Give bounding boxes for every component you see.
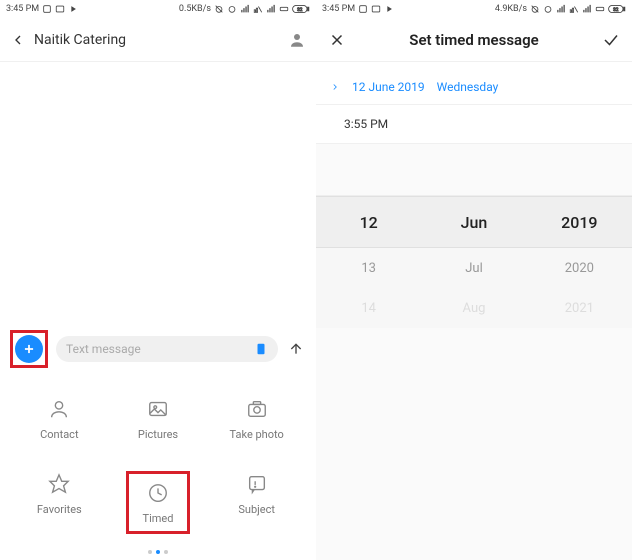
status-time: 3:45 PM [6,4,39,14]
picker-empty [316,328,632,560]
star-icon [48,473,70,495]
add-attachment-button[interactable] [15,335,43,363]
picker-day-1[interactable]: 13 [316,261,421,276]
screenshot-icon [371,4,381,14]
picker-yr-sel[interactable]: 2019 [527,213,632,232]
attach-subject-label: Subject [238,503,275,516]
pictures-icon [147,398,169,420]
picker-day-2[interactable]: 14 [316,301,421,316]
emoji-icon[interactable] [254,342,268,356]
signal-icon-2 [582,4,592,14]
input-row: Text message [0,322,316,376]
alarm-off-icon [530,4,540,14]
status-speed: 0.5KB/s [179,4,211,14]
messaging-screen: 3:45 PM 0.5KB/s 32 Naitik Catering [0,0,316,560]
svg-text:32: 32 [613,7,619,13]
date-picker[interactable]: 12 Jun 2019 13 Jul 2020 14 Aug 2021 [316,144,632,560]
picker-row-2: 14 Aug 2021 [316,288,632,328]
battery-icon: 32 [608,4,626,14]
back-icon[interactable] [10,32,26,48]
notification-icon [42,4,52,14]
timed-header: Set timed message [316,18,632,62]
picker-yr-2[interactable]: 2021 [527,301,632,316]
chat-body [0,62,316,322]
message-placeholder: Text message [66,342,248,356]
picker-mon-2[interactable]: Aug [421,301,526,316]
picker-mon-sel[interactable]: Jun [421,213,526,232]
attach-timed-label: Timed [143,512,174,525]
alarm-icon [543,4,553,14]
contact-name[interactable]: Naitik Catering [34,32,288,48]
selected-weekday: Wednesday [437,80,499,94]
attach-take-photo[interactable]: Take photo [207,396,306,441]
attach-subject[interactable]: Subject [207,471,306,534]
camera-icon [246,398,268,420]
attachment-panel: Contact Pictures Take photo Favorites Ti… [0,376,316,544]
alarm-icon [227,4,237,14]
selected-date-row[interactable]: 12 June 2019 Wednesday [316,62,632,105]
play-icon [68,4,78,14]
svg-text:32: 32 [297,7,303,13]
dot [164,550,168,554]
chat-header: Naitik Catering [0,18,316,62]
status-time: 3:45 PM [322,4,355,14]
signal-off-icon [569,4,579,14]
plus-icon [22,342,36,356]
clock-icon [147,482,169,504]
picker-day-sel[interactable]: 12 [316,213,421,232]
attach-timed[interactable]: Timed [109,471,208,534]
selected-date: 12 June 2019 [352,80,425,94]
volte-icon [279,4,289,14]
selected-time-row[interactable]: 3:55 PM [316,105,632,144]
page-indicator [0,544,316,560]
timed-title: Set timed message [346,31,602,49]
confirm-icon[interactable] [602,31,620,49]
highlight-plus [10,330,48,368]
signal-off-icon [253,4,263,14]
volte-icon [595,4,605,14]
selected-time: 3:55 PM [344,117,388,131]
attach-pictures[interactable]: Pictures [109,396,208,441]
subject-icon [246,473,268,495]
attach-contact-label: Contact [40,428,78,441]
highlight-timed: Timed [126,471,191,534]
attach-favorites-label: Favorites [37,503,82,516]
picker-blank-row [316,144,632,196]
picker-yr-1[interactable]: 2020 [527,261,632,276]
chevron-right-icon [330,82,340,92]
send-button[interactable] [286,339,306,359]
message-input[interactable]: Text message [56,336,278,362]
attach-contact[interactable]: Contact [10,396,109,441]
timed-message-screen: 3:45 PM 4.9KB/s 32 Set timed message 12 … [316,0,632,560]
signal-icon-2 [266,4,276,14]
contact-icon [48,398,70,420]
signal-icon [240,4,250,14]
notification-icon [358,4,368,14]
battery-icon: 32 [292,4,310,14]
dot-active [156,550,160,554]
attach-pictures-label: Pictures [138,428,178,441]
close-icon[interactable] [328,31,346,49]
attach-favorites[interactable]: Favorites [10,471,109,534]
profile-icon[interactable] [288,31,306,49]
status-bar: 3:45 PM 4.9KB/s 32 [316,0,632,18]
dot [148,550,152,554]
picker-row-1: 13 Jul 2020 [316,248,632,288]
play-icon [384,4,394,14]
picker-selected-row: 12 Jun 2019 [316,196,632,248]
signal-icon [556,4,566,14]
arrow-up-icon [288,341,304,357]
status-bar: 3:45 PM 0.5KB/s 32 [0,0,316,18]
alarm-off-icon [214,4,224,14]
attach-takephoto-label: Take photo [230,428,284,441]
status-speed: 4.9KB/s [495,4,527,14]
picker-mon-1[interactable]: Jul [421,261,526,276]
screenshot-icon [55,4,65,14]
